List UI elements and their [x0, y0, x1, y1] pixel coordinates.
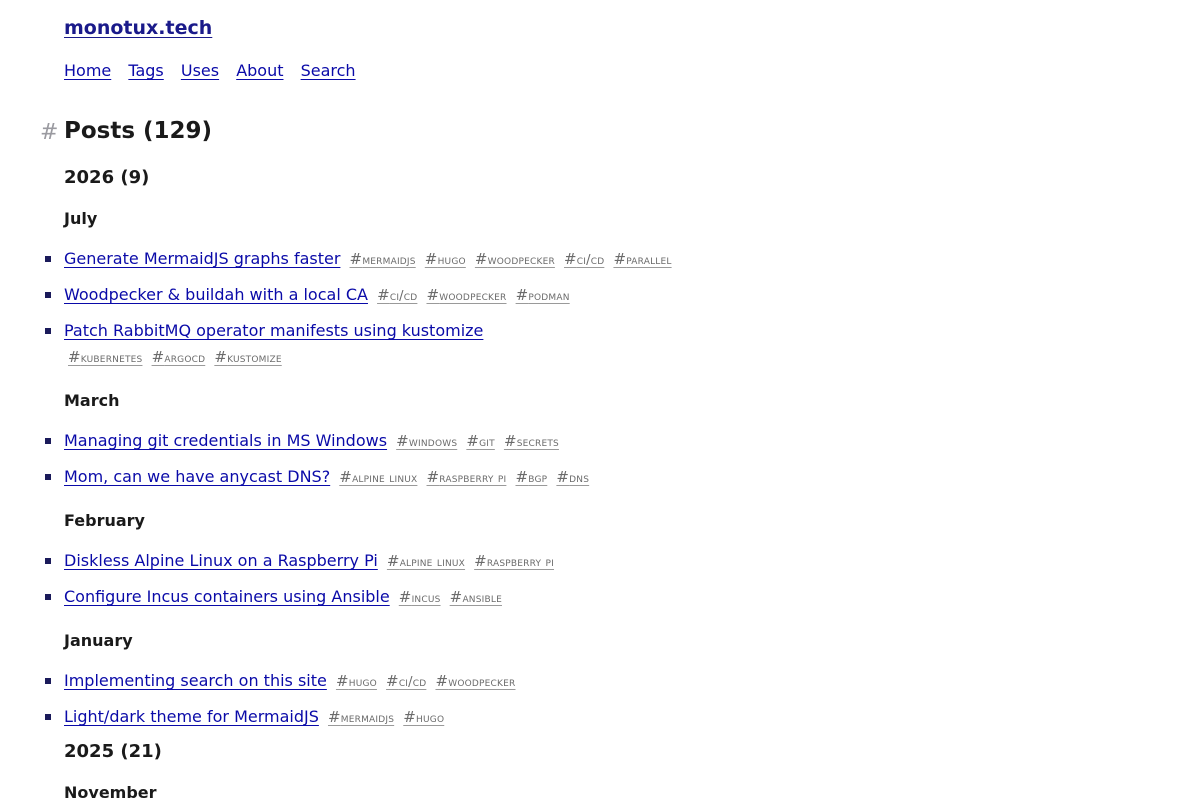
- nav-home[interactable]: Home: [64, 61, 111, 80]
- post-item: Implementing search on this site #hugo #…: [45, 668, 1064, 696]
- tag-link[interactable]: #hugo: [336, 672, 377, 690]
- post-item: Configure Incus containers using Ansible…: [45, 584, 1064, 612]
- nav-tags[interactable]: Tags: [128, 61, 163, 80]
- post-item: Mom, can we have anycast DNS? #alpine li…: [45, 464, 1064, 492]
- tag-link[interactable]: #bgp: [515, 468, 547, 486]
- post-list: Managing git credentials in MS Windows #…: [45, 428, 1164, 492]
- month-heading: March: [64, 391, 120, 410]
- tag-link[interactable]: #woodpecker: [426, 286, 506, 304]
- post-list: Generate MermaidJS graphs faster #mermai…: [45, 246, 1164, 372]
- tag-link[interactable]: #woodpecker: [475, 250, 555, 268]
- tag-link[interactable]: #ansible: [450, 588, 502, 606]
- post-title-link[interactable]: Generate MermaidJS graphs faster: [64, 249, 340, 268]
- nav-about[interactable]: About: [236, 61, 283, 80]
- year-heading: 2025 (21): [64, 741, 162, 762]
- tag-link[interactable]: #git: [466, 432, 495, 450]
- tag-link[interactable]: #alpine linux: [387, 552, 465, 570]
- post-item: Managing git credentials in MS Windows #…: [45, 428, 1064, 456]
- tag-link[interactable]: #raspberry pi: [427, 468, 507, 486]
- post-item: Woodpecker & buildah with a local CA #ci…: [45, 282, 1064, 310]
- post-title-link[interactable]: Woodpecker & buildah with a local CA: [64, 285, 368, 304]
- tag-link[interactable]: #argocd: [152, 348, 206, 366]
- tag-link[interactable]: #alpine linux: [339, 468, 417, 486]
- nav-search[interactable]: Search: [301, 61, 356, 80]
- tag-link[interactable]: #mermaidjs: [350, 250, 416, 268]
- month-heading: February: [64, 511, 145, 530]
- tag-link[interactable]: #ci/cd: [377, 286, 417, 304]
- post-item: Light/dark theme for MermaidJS #mermaidj…: [45, 704, 1064, 732]
- tag-link[interactable]: #raspberry pi: [474, 552, 554, 570]
- tag-link[interactable]: #hugo: [425, 250, 466, 268]
- post-title-link[interactable]: Configure Incus containers using Ansible: [64, 587, 390, 606]
- post-title-link[interactable]: Light/dark theme for MermaidJS: [64, 707, 319, 726]
- tag-link[interactable]: #secrets: [504, 432, 559, 450]
- year-heading: 2026 (9): [64, 167, 150, 188]
- post-title-link[interactable]: Patch RabbitMQ operator manifests using …: [64, 321, 483, 340]
- post-list: Implementing search on this site #hugo #…: [45, 668, 1164, 732]
- tag-link[interactable]: #kustomize: [214, 348, 281, 366]
- tag-link[interactable]: #podman: [516, 286, 570, 304]
- post-title-link[interactable]: Diskless Alpine Linux on a Raspberry Pi: [64, 551, 378, 570]
- post-item: Patch RabbitMQ operator manifests using …: [45, 318, 564, 372]
- post-item: Diskless Alpine Linux on a Raspberry Pi …: [45, 548, 1064, 576]
- tag-link[interactable]: #mermaidjs: [328, 708, 394, 726]
- tag-link[interactable]: #ci/cd: [386, 672, 426, 690]
- page-title: Posts (129): [64, 118, 213, 144]
- post-list: Diskless Alpine Linux on a Raspberry Pi …: [45, 548, 1164, 612]
- post-title-link[interactable]: Managing git credentials in MS Windows: [64, 431, 387, 450]
- nav-uses[interactable]: Uses: [181, 61, 219, 80]
- tag-link[interactable]: #kubernetes: [68, 348, 142, 366]
- month-heading: July: [64, 209, 98, 228]
- post-title-link[interactable]: Implementing search on this site: [64, 671, 327, 690]
- tag-link[interactable]: #incus: [399, 588, 441, 606]
- heading-anchor-link[interactable]: #: [40, 120, 58, 145]
- post-title-link[interactable]: Mom, can we have anycast DNS?: [64, 467, 330, 486]
- site-title-link[interactable]: monotux.tech: [64, 17, 212, 39]
- tag-link[interactable]: #ci/cd: [564, 250, 604, 268]
- tag-link[interactable]: #hugo: [403, 708, 444, 726]
- post-item: Generate MermaidJS graphs faster #mermai…: [45, 246, 1064, 274]
- main-nav: Home Tags Uses About Search: [64, 61, 368, 80]
- month-heading: January: [64, 631, 133, 650]
- tag-link[interactable]: #woodpecker: [435, 672, 515, 690]
- tag-link[interactable]: #windows: [396, 432, 457, 450]
- month-heading: November: [64, 783, 157, 802]
- tag-link[interactable]: #dns: [556, 468, 589, 486]
- posts-archive: 2026 (9) July Generate MermaidJS graphs fa…: [45, 166, 1164, 805]
- tag-link[interactable]: #parallel: [613, 250, 671, 268]
